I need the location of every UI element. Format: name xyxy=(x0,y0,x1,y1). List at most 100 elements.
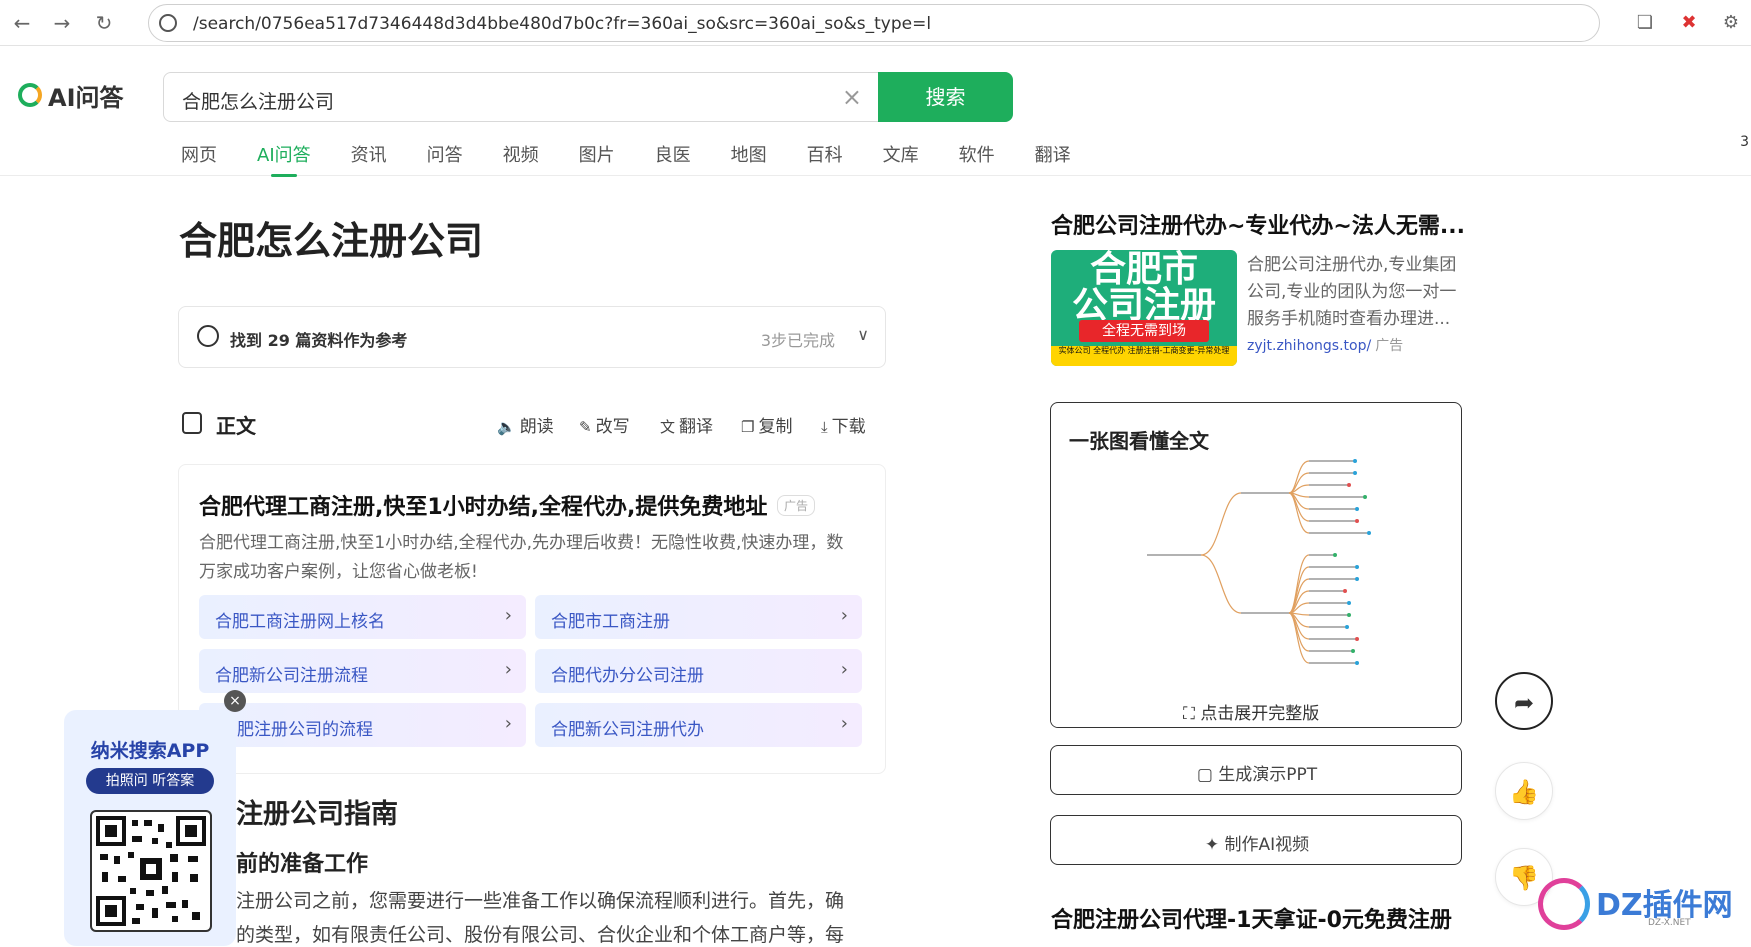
clear-icon[interactable]: × xyxy=(842,83,862,111)
logo-icon xyxy=(18,83,42,107)
mindmap-title: 一张图看懂全文 xyxy=(1069,429,1209,453)
site-info-icon[interactable] xyxy=(159,14,177,32)
app-promo-title: 纳米搜索APP xyxy=(90,740,210,762)
tab-ai-qa[interactable]: AI问答 xyxy=(257,141,311,177)
translate-button[interactable]: 文翻译 xyxy=(660,412,713,437)
body-label: 正文 xyxy=(216,414,256,438)
sidebar-ad-source[interactable]: zyjt.zhihongs.top/广告 xyxy=(1247,335,1403,355)
copy-icon: ❐ xyxy=(741,418,755,436)
back-icon[interactable]: ← xyxy=(8,9,36,37)
video-label: 制作AI视频 xyxy=(1224,835,1310,855)
site-logo[interactable]: AI问答 xyxy=(18,80,124,112)
ad-description-line: 合肥代理工商注册,快至1小时办结,全程代办,先办理后收费！无隐性收费,快速办理，… xyxy=(199,533,844,553)
chevron-right-icon: › xyxy=(840,713,848,734)
vertical-tabs: 网页 AI问答 资讯 问答 视频 图片 良医 地图 百科 文库 软件 翻译 xyxy=(181,141,1111,177)
sidebar-ad-image[interactable]: 合肥市 公司注册 全程无需到场 实体公司 全程代办 注册注销-工商变更-异常处理 xyxy=(1051,250,1237,366)
expand-icon: ⛶ xyxy=(1183,704,1201,724)
chevron-right-icon: › xyxy=(504,605,512,626)
watermark-domain: DZ-X.NET xyxy=(1648,918,1691,928)
app-promo[interactable]: 纳米搜索APP 拍照问 听答案 xyxy=(64,710,236,946)
ad-image-line: 合肥市 xyxy=(1089,250,1198,290)
tab-software[interactable]: 软件 xyxy=(959,141,995,167)
section-heading: 注册公司指南 xyxy=(236,799,398,830)
sidebar-ad2-title[interactable]: 合肥注册公司代理-1天拿证-0元免费注册 xyxy=(1051,902,1452,934)
tab-manager-icon[interactable]: ❏ xyxy=(1632,10,1658,36)
ad-link-label: 肥注册公司的流程 xyxy=(237,720,373,740)
read-aloud-button[interactable]: 🔈 朗读 xyxy=(497,412,554,437)
sidebar-ad-badge: 广告 xyxy=(1375,338,1404,354)
paragraph-line: 注册公司之前，您需要进行一些准备工作以确保流程顺利进行。首先，确 xyxy=(236,890,845,912)
search-header: AI问答 合肥怎么注册公司 × 搜索 网页 AI问答 资讯 问答 视频 图片 良… xyxy=(0,46,1751,177)
chevron-down-icon[interactable]: ∨ xyxy=(857,325,869,344)
rewrite-button[interactable]: ✎ 改写 xyxy=(579,412,630,437)
ad-link-label: 合肥工商注册网上核名 xyxy=(215,612,385,632)
thumbs-up-icon[interactable]: 👍 xyxy=(1495,762,1553,820)
generate-ppt-button[interactable]: ▢ 生成演示PPT xyxy=(1050,745,1462,795)
tab-translate[interactable]: 翻译 xyxy=(1035,141,1071,167)
tab-doctor[interactable]: 良医 xyxy=(655,141,691,167)
ad-link[interactable]: 合肥工商注册网上核名 › xyxy=(199,595,526,639)
rewrite-label: 改写 xyxy=(595,417,630,437)
tab-qa[interactable]: 问答 xyxy=(427,141,463,167)
tab-map[interactable]: 地图 xyxy=(731,141,767,167)
ad-link[interactable]: 合肥新公司注册代办 › xyxy=(535,703,862,747)
search-sparkle-icon xyxy=(197,325,219,347)
ad-description-line: 万家成功客户案例，让您省心做老板! xyxy=(199,562,478,582)
read-aloud-label: 朗读 xyxy=(519,417,554,437)
reload-icon[interactable]: ↻ xyxy=(90,9,118,37)
ad-link[interactable]: 肥注册公司的流程 › xyxy=(199,703,526,747)
chevron-right-icon: › xyxy=(504,713,512,734)
search-input[interactable]: 合肥怎么注册公司 × xyxy=(163,72,879,122)
ad-link-label: 合肥代办分公司注册 xyxy=(551,666,704,686)
tab-images[interactable]: 图片 xyxy=(579,141,615,167)
ad-link-label: 合肥新公司注册代办 xyxy=(551,720,704,740)
qr-code-pattern xyxy=(96,816,206,926)
expand-mindmap-button[interactable]: ⛶ 点击展开完整版 xyxy=(1051,677,1461,727)
app-promo-tagline: 拍照问 听答案 xyxy=(86,768,214,794)
download-icon: ⤓ xyxy=(821,418,828,436)
ad-link-label: 合肥市工商注册 xyxy=(551,612,670,632)
ad-image-text: 合肥市 公司注册 xyxy=(1051,252,1237,324)
tab-news[interactable]: 资讯 xyxy=(351,141,387,167)
watermark-icon xyxy=(1538,878,1590,930)
download-button[interactable]: ⤓ 下载 xyxy=(821,412,866,437)
expand-label: 点击展开完整版 xyxy=(1200,704,1320,724)
share-icon[interactable]: ➦ xyxy=(1495,672,1553,730)
ad-image-line: 公司注册 xyxy=(1071,285,1216,326)
tab-baike[interactable]: 百科 xyxy=(807,141,843,167)
ad-link-label: 合肥新公司注册流程 xyxy=(215,666,368,686)
answer-toolbar: 正文 🔈 朗读 ✎ 改写 文翻译 ❐ 复制 ⤓ 下载 xyxy=(182,410,882,438)
ad-link[interactable]: 合肥代办分公司注册 › xyxy=(535,649,862,693)
make-ai-video-button[interactable]: ✦ 制作AI视频 xyxy=(1050,815,1462,865)
sidebar-ad-source-url[interactable]: zyjt.zhihongs.top/ xyxy=(1247,338,1371,354)
search-query[interactable]: 合肥怎么注册公司 xyxy=(182,87,334,114)
references-count: 找到 29 篇资料作为参考 xyxy=(230,331,408,350)
url-text[interactable]: /search/0756ea517d7346448d3d4bbe480d7b0c… xyxy=(193,14,931,34)
sub-heading: 前的准备工作 xyxy=(236,852,369,877)
ad-card[interactable]: 合肥代理工商注册,快至1小时办结,全程代办,提供免费地址 广告 合肥代理工商注册… xyxy=(178,464,886,774)
logo-text: AI问答 xyxy=(48,83,124,112)
references-bar[interactable]: 找到 29 篇资料作为参考 3步已完成 ∨ xyxy=(178,306,886,368)
mindmap-card[interactable]: 一张图看懂全文 ⛶ 点击展开完整版 xyxy=(1050,402,1462,728)
close-icon[interactable]: × xyxy=(224,690,246,712)
sidebar-ad-title[interactable]: 合肥公司注册代办~专业代办~法人无需... xyxy=(1051,208,1465,240)
chevron-right-icon: › xyxy=(840,659,848,680)
forward-icon[interactable]: → xyxy=(48,9,76,37)
search-button[interactable]: 搜索 xyxy=(878,72,1013,122)
tab-video[interactable]: 视频 xyxy=(503,141,539,167)
extensions-puzzle-icon[interactable]: ⚙ xyxy=(1718,10,1744,36)
chevron-right-icon: › xyxy=(840,605,848,626)
ad-link[interactable]: 合肥市工商注册 › xyxy=(535,595,862,639)
translate-label: 翻译 xyxy=(679,417,714,437)
tab-library[interactable]: 文库 xyxy=(883,141,919,167)
browser-toolbar: ← → ↻ /search/0756ea517d7346448d3d4bbe48… xyxy=(0,0,1751,46)
ad-link[interactable]: 合肥新公司注册流程 › xyxy=(199,649,526,693)
document-icon xyxy=(182,412,202,434)
address-bar[interactable]: /search/0756ea517d7346448d3d4bbe480d7b0c… xyxy=(148,4,1600,42)
watermark-logo: DZ插件网 DZ-X.NET xyxy=(1538,874,1738,936)
copy-button[interactable]: ❐ 复制 xyxy=(741,412,792,437)
ad-title[interactable]: 合肥代理工商注册,快至1小时办结,全程代办,提供免费地址 xyxy=(199,489,767,521)
ppt-icon: ▢ xyxy=(1196,765,1219,785)
tab-web[interactable]: 网页 xyxy=(181,141,217,167)
extension-icon[interactable]: ✖ xyxy=(1676,10,1702,36)
